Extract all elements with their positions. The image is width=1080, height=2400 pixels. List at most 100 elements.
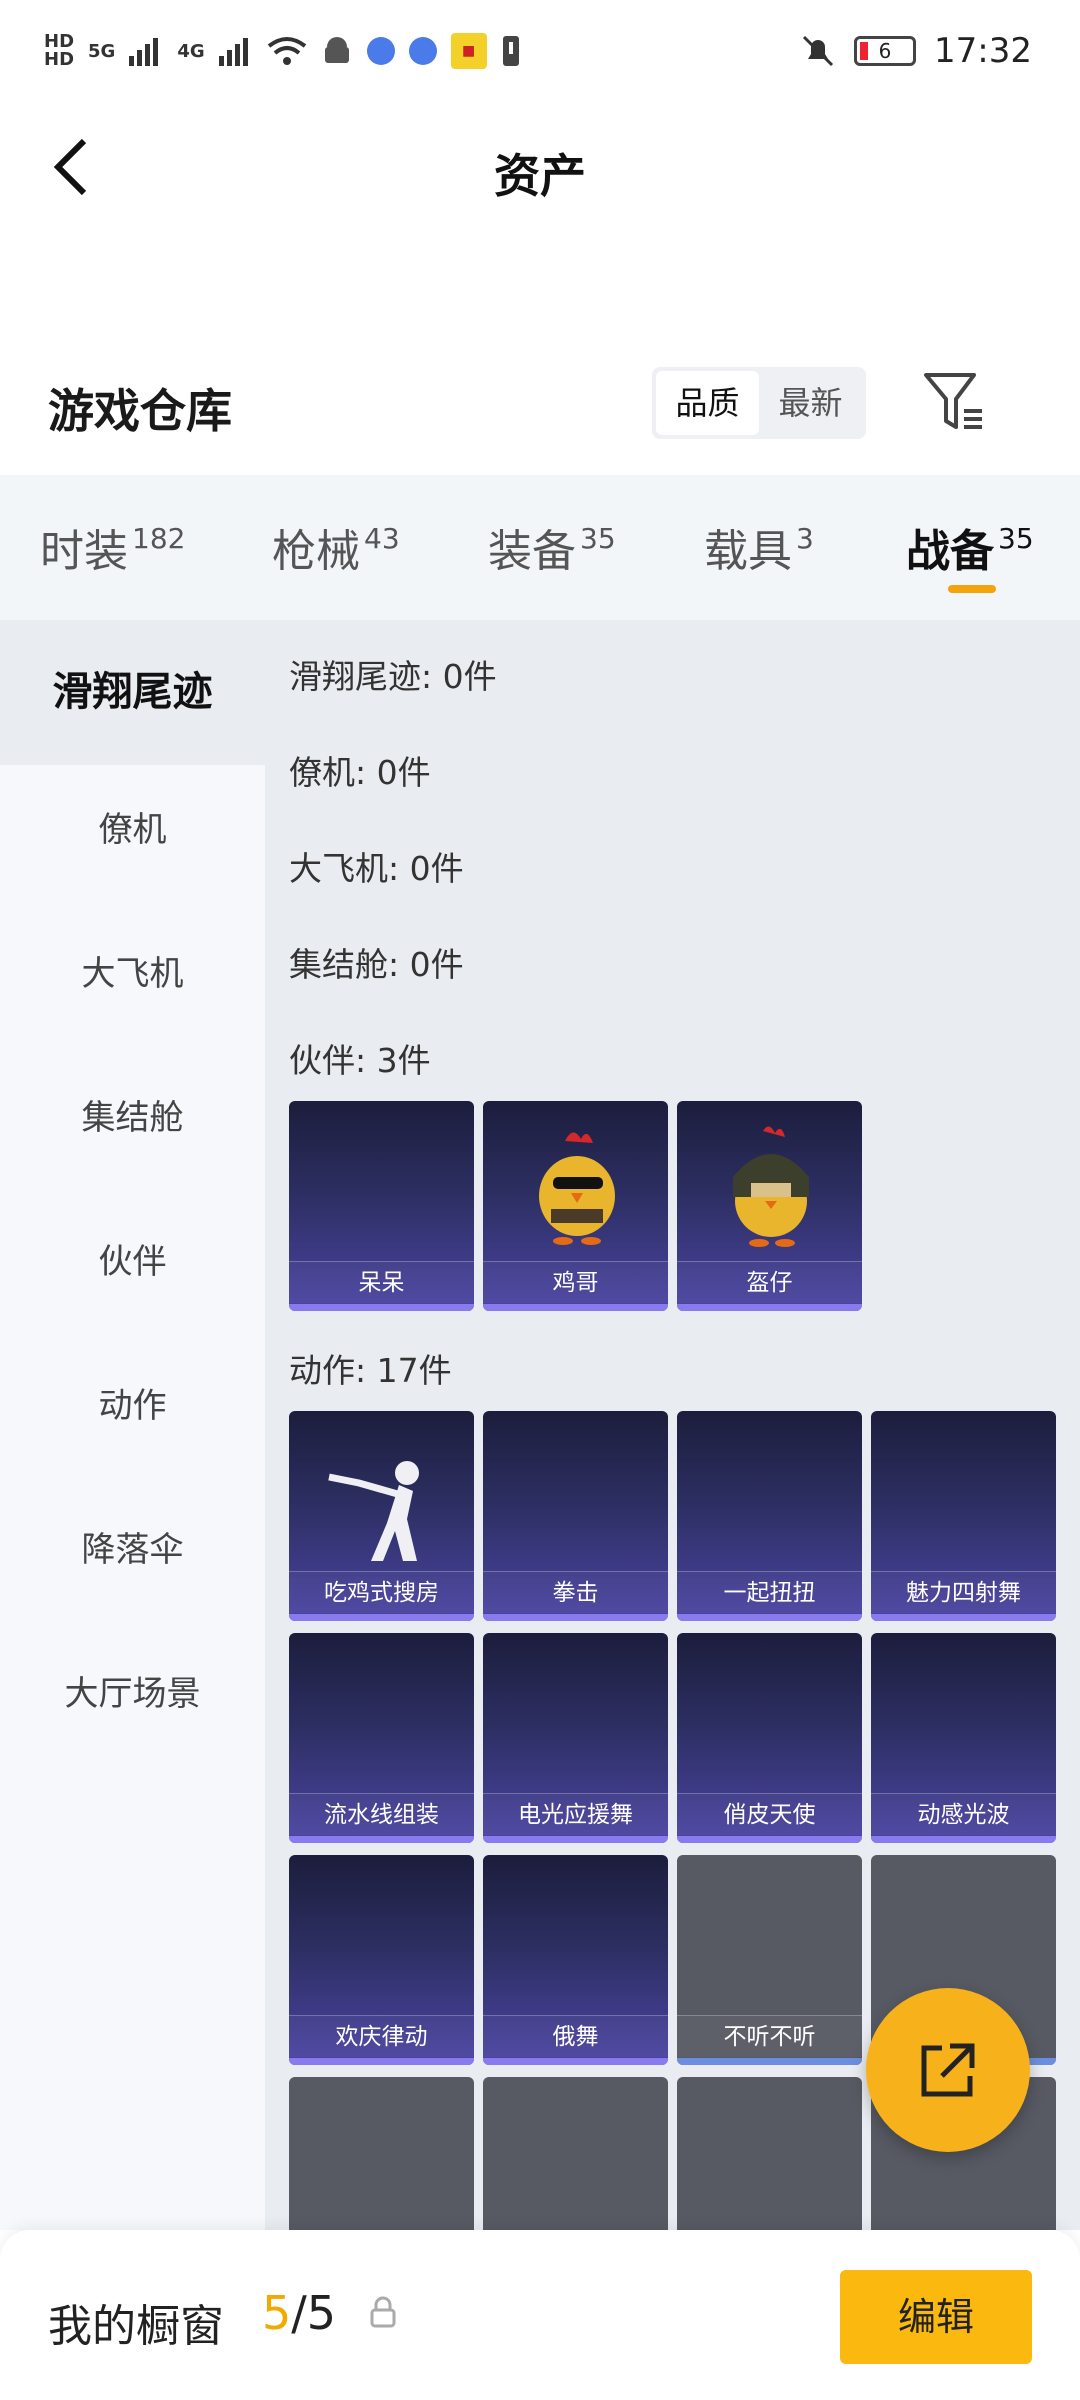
tab-count: 35: [998, 522, 1034, 555]
tab-label: 枪械: [272, 526, 360, 577]
showcase-bar: 我的橱窗 5/5 编辑: [0, 2230, 1080, 2400]
action-card[interactable]: 动感光波: [871, 1633, 1056, 1843]
sidebar-item-gathering-pod[interactable]: 集结舱: [0, 1088, 265, 1148]
status-bar: HD HD 5G 4G ■ 6 17:32: [0, 0, 1080, 100]
hd-badges: HD HD: [44, 33, 74, 69]
partner-card[interactable]: 呆呆: [289, 1101, 474, 1311]
card-caption: 电光应援舞: [483, 1793, 668, 1835]
sidebar-item-glide-trail[interactable]: 滑翔尾迹: [0, 620, 265, 765]
card-caption: 盔仔: [677, 1261, 862, 1303]
edit-button[interactable]: 编辑: [840, 2270, 1032, 2364]
tab-label: 装备: [488, 526, 576, 577]
filter-button[interactable]: [922, 369, 986, 437]
action-card[interactable]: 吃鸡式搜房: [289, 1411, 474, 1621]
card-caption: 欢庆律动: [289, 2015, 474, 2057]
action-card[interactable]: [483, 2077, 668, 2230]
tab-firearms[interactable]: 枪械 43: [272, 515, 400, 579]
section-action: 动作: 17件: [289, 1351, 452, 1390]
mute-bell-icon: [802, 35, 834, 67]
title-bar: 资产: [0, 100, 1080, 235]
battery-icon: 6: [854, 36, 917, 66]
action-card[interactable]: 俏皮天使: [677, 1633, 862, 1843]
clock: 17:32: [934, 31, 1032, 71]
action-card[interactable]: 欢庆律动: [289, 1855, 474, 2065]
sort-quality-option[interactable]: 品质: [656, 371, 759, 435]
partner-card[interactable]: 鸡哥: [483, 1101, 668, 1311]
dancer-pose-image: [328, 1461, 419, 1561]
showcase-count: 5/5: [262, 2286, 336, 2340]
status-right: 6 17:32: [800, 26, 1032, 76]
sort-newest-option[interactable]: 最新: [759, 371, 862, 435]
share-fab-button[interactable]: [866, 1988, 1030, 2152]
action-card[interactable]: 魅力四射舞: [871, 1411, 1056, 1621]
tab-battle-prep[interactable]: 战备 35: [906, 515, 1034, 579]
sidebar-item-wingman[interactable]: 僚机: [0, 800, 265, 860]
app-icon-blue-2: [408, 37, 437, 65]
warehouse-header: 游戏仓库 品质 最新: [0, 345, 1080, 475]
card-caption: 俄舞: [483, 2015, 668, 2057]
showcase-label: 我的橱窗: [48, 2301, 224, 2352]
signal-icon-2: [218, 38, 248, 66]
tab-count: 3: [796, 522, 814, 555]
android-icon: [324, 37, 349, 63]
section-gathering-pod: 集结舱: 0件: [289, 945, 464, 984]
action-card[interactable]: 流水线组装: [289, 1633, 474, 1843]
action-card[interactable]: 一起扭扭: [677, 1411, 862, 1621]
tab-label: 载具: [704, 526, 792, 577]
showcase-count-total: /5: [291, 2286, 337, 2340]
card-caption: 魅力四射舞: [871, 1571, 1056, 1613]
action-card[interactable]: 电光应援舞: [483, 1633, 668, 1843]
card-caption: 动感光波: [871, 1793, 1056, 1835]
card-caption: 拳击: [483, 1571, 668, 1613]
sim-icon: [502, 36, 519, 66]
category-tabs: 时装 182 枪械 43 装备 35 载具 3 战备 35: [0, 475, 1080, 620]
sidebar-item-action[interactable]: 动作: [0, 1376, 265, 1436]
category-sidebar: 滑翔尾迹 僚机 大飞机 集结舱 伙伴 动作 降落伞 大厅场景: [0, 620, 265, 2230]
action-card[interactable]: 不听不听: [677, 1855, 862, 2065]
net-5g-label: 5G: [88, 40, 116, 62]
section-big-plane: 大飞机: 0件: [289, 849, 464, 888]
section-glide-trail: 滑翔尾迹: 0件: [289, 657, 497, 696]
filter-icon: [924, 373, 982, 429]
tab-count: 35: [580, 522, 616, 555]
action-card[interactable]: [677, 2077, 862, 2230]
sort-toggle: 品质 最新: [652, 367, 866, 439]
card-caption: 一起扭扭: [677, 1571, 862, 1613]
sidebar-item-partner[interactable]: 伙伴: [0, 1232, 265, 1292]
hd-label-2: HD: [44, 49, 75, 70]
signal-icon: [129, 38, 159, 66]
section-wingman: 僚机: 0件: [289, 753, 431, 792]
tab-count: 43: [364, 522, 400, 555]
tab-equipment[interactable]: 装备 35: [488, 515, 616, 579]
card-caption: 不听不听: [677, 2015, 862, 2057]
showcase-count-current: 5: [262, 2286, 292, 2340]
chicken-helmet-image: [733, 1126, 809, 1247]
sidebar-item-big-plane[interactable]: 大飞机: [0, 944, 265, 1004]
card-caption: 俏皮天使: [677, 1793, 862, 1835]
app-icon-yellow: ■: [450, 33, 487, 69]
partner-card[interactable]: 盔仔: [677, 1101, 862, 1311]
card-caption: 流水线组装: [289, 1793, 474, 1835]
action-card[interactable]: [289, 2077, 474, 2230]
wifi-icon: [267, 37, 306, 65]
section-partner: 伙伴: 3件: [289, 1041, 431, 1080]
share-external-icon: [921, 2043, 975, 2097]
tab-label: 时装: [40, 526, 128, 577]
status-left: HD HD 5G 4G ■: [44, 26, 521, 76]
sidebar-item-parachute[interactable]: 降落伞: [0, 1520, 265, 1580]
tab-fashion[interactable]: 时装 182: [40, 515, 185, 579]
card-caption: 鸡哥: [483, 1261, 668, 1303]
page-title: 资产: [494, 149, 586, 203]
sidebar-item-lobby-scene[interactable]: 大厅场景: [0, 1664, 265, 1724]
card-caption: 吃鸡式搜房: [289, 1571, 474, 1613]
lock-icon: [370, 2296, 396, 2328]
active-tab-indicator: [948, 585, 996, 593]
warehouse-title: 游戏仓库: [48, 384, 232, 438]
tab-label: 战备: [906, 526, 994, 577]
action-card[interactable]: 拳击: [483, 1411, 668, 1621]
chicken-sunglasses-image: [539, 1132, 615, 1245]
tab-count: 182: [132, 522, 186, 555]
tab-vehicles[interactable]: 载具 3: [704, 515, 814, 579]
app-icon-blue-1: [366, 37, 395, 65]
action-card[interactable]: 俄舞: [483, 1855, 668, 2065]
